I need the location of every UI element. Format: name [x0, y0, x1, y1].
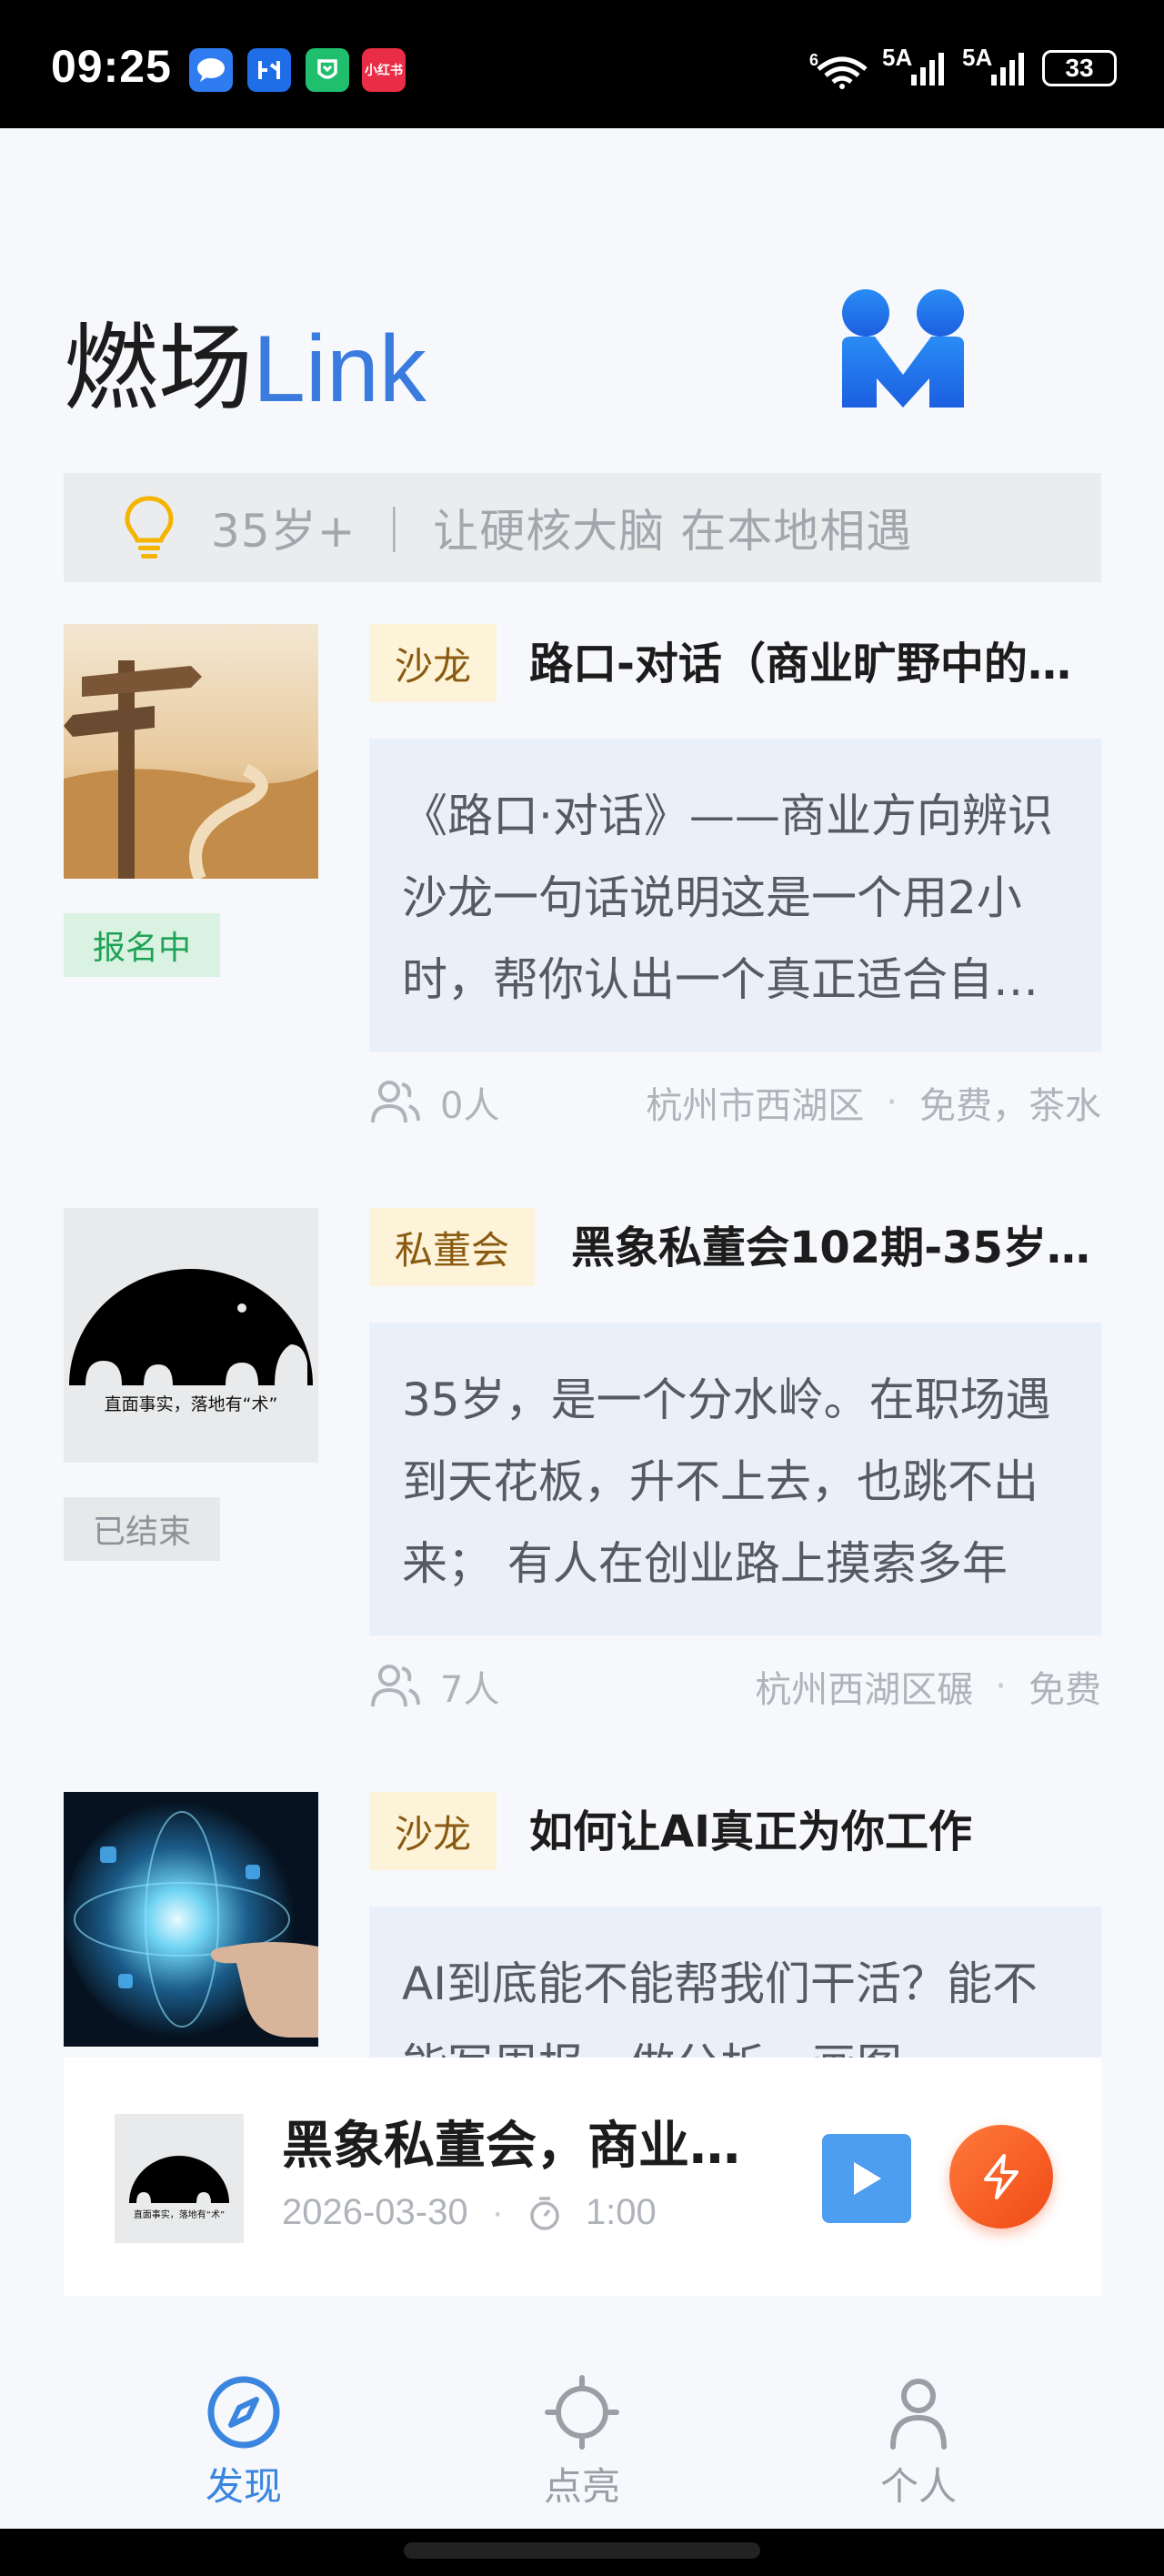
- signal-bars-icon: [911, 53, 944, 86]
- person-icon: [890, 2379, 947, 2450]
- people-icon: [371, 1665, 420, 1707]
- event-card[interactable]: 沙龙 如何让AI真正为你工作 AI到底能不能帮我们干活？能不能写周报、做分析、画…: [64, 1792, 1101, 2058]
- lightbulb-icon: [125, 496, 174, 558]
- play-icon: [854, 2162, 881, 2195]
- nav-label: 个人: [879, 2464, 957, 2509]
- event-title[interactable]: 如何让AI真正为你工作: [529, 1797, 1101, 1867]
- event-fee: 免费，茶水: [919, 1085, 1101, 1127]
- mini-player[interactable]: 直面事实，落地有“术” 黑象私董会，商业突围之路 2026-03-30 · 1:…: [64, 2058, 1101, 2296]
- event-description: 35岁，是一个分水岭。在职场遇到天花板，升不上去，也跳不出来； 有人在创业路上摸…: [369, 1323, 1101, 1635]
- signal-1: 5A: [882, 44, 949, 89]
- signal-2: 5A: [962, 44, 1029, 89]
- event-meta: 7人 杭州西湖区碾 · 免费: [369, 1659, 1101, 1714]
- event-image-ai-globe: [64, 1792, 318, 2047]
- nav-label: 点亮: [543, 2464, 620, 2509]
- participant-count: 0人: [440, 1085, 500, 1127]
- people-icon: [371, 1081, 420, 1123]
- nav-item-light-up[interactable]: 点亮: [491, 2374, 673, 2511]
- sun-icon: [545, 2375, 619, 2450]
- event-type-tag: 私董会: [369, 1208, 536, 1286]
- wifi-icon: 6: [809, 51, 868, 89]
- brand-chinese: 燃场: [64, 317, 254, 422]
- nav-item-discover[interactable]: 发现: [153, 2374, 335, 2511]
- slogan-banner: 35岁+ ｜ 让硬核大脑 在本地相遇: [64, 473, 1101, 582]
- home-indicator[interactable]: [404, 2542, 760, 2559]
- player-duration: 1:00: [585, 2192, 657, 2232]
- brand-english: Link: [253, 317, 426, 422]
- compass-icon: [207, 2376, 280, 2449]
- signal-bars-icon: [991, 53, 1024, 86]
- app-logo-icon: [842, 289, 964, 408]
- event-location: 杭州市西湖区: [646, 1085, 865, 1127]
- nav-label: 发现: [205, 2464, 282, 2509]
- event-card[interactable]: 直面事实，落地有“术” 已结束 私董会 黑象私董会102期-35岁+商业突围 3…: [64, 1208, 1101, 1717]
- event-status-badge: 已结束: [64, 1497, 220, 1561]
- event-title[interactable]: 路口-对话（商业旷野中的方向辨识沙龙）: [529, 629, 1101, 699]
- participant-count: 7人: [440, 1669, 500, 1711]
- app-brand: 燃场Link: [64, 291, 426, 428]
- event-meta: 0人 杭州市西湖区 · 免费，茶水: [369, 1075, 1101, 1130]
- event-title[interactable]: 黑象私董会102期-35岁+商业突围: [571, 1213, 1101, 1283]
- timer-icon: [530, 2196, 559, 2230]
- network-2-label: 5A: [962, 44, 993, 71]
- player-title[interactable]: 黑象私董会，商业突围之路: [282, 2105, 773, 2179]
- event-description: 《路口·对话》——商业方向辨识沙龙一句话说明这是一个用2小时，帮你认出一个真正适…: [369, 739, 1101, 1052]
- event-fee: 免费: [1029, 1669, 1101, 1711]
- event-description: AI到底能不能帮我们干活？能不能写周报、做分析、画图: [369, 1907, 1101, 2058]
- network-1-label: 5A: [882, 44, 913, 71]
- event-type-tag: 沙龙: [369, 1792, 497, 1870]
- separator-dot: ·: [491, 2192, 504, 2232]
- slogan-text: 35岁+ ｜ 让硬核大脑 在本地相遇: [211, 505, 913, 558]
- event-card[interactable]: 报名中 沙龙 路口-对话（商业旷野中的方向辨识沙龙） 《路口·对话》——商业方向…: [64, 624, 1101, 1133]
- status-bar: 09:25 小红书 6 5A 5A 33: [0, 0, 1164, 128]
- separator-dot: ·: [886, 1082, 898, 1123]
- event-image-elephant: 直面事实，落地有“术”: [64, 1208, 318, 1463]
- lightning-icon: [984, 2154, 1018, 2199]
- player-thumbnail: 直面事实，落地有“术”: [115, 2114, 244, 2243]
- battery-indicator: 33: [1042, 50, 1117, 86]
- xiaohongshu-label: 小红书: [365, 64, 403, 78]
- elephant-caption: 直面事实，落地有“术”: [105, 1394, 278, 1414]
- bottom-navigation: 发现 点亮 个人: [0, 2356, 1164, 2529]
- event-status-badge: 报名中: [64, 913, 220, 977]
- event-image-signpost: [64, 624, 318, 879]
- player-thumb-caption: 直面事实，落地有“术”: [134, 2209, 225, 2220]
- play-button[interactable]: [822, 2134, 911, 2223]
- player-date: 2026-03-30: [282, 2192, 468, 2232]
- player-meta: 2026-03-30 · 1:00: [282, 2192, 657, 2233]
- battery-level: 33: [1065, 54, 1094, 82]
- nav-item-profile[interactable]: 个人: [828, 2374, 1009, 2511]
- event-type-tag: 沙龙: [369, 624, 497, 702]
- wifi-label: 6: [809, 51, 818, 69]
- status-time: 09:25: [51, 41, 172, 92]
- event-location: 杭州西湖区碾: [755, 1669, 974, 1711]
- quick-action-button[interactable]: [949, 2125, 1053, 2229]
- green-app-icon: [306, 48, 349, 92]
- separator-dot: ·: [995, 1665, 1007, 1707]
- status-indicators: 6 5A 5A 33: [809, 44, 1117, 89]
- chat-bubble-icon: [189, 48, 233, 92]
- xiaohongshu-icon: 小红书: [362, 48, 406, 92]
- bracket-app-icon: [247, 48, 291, 92]
